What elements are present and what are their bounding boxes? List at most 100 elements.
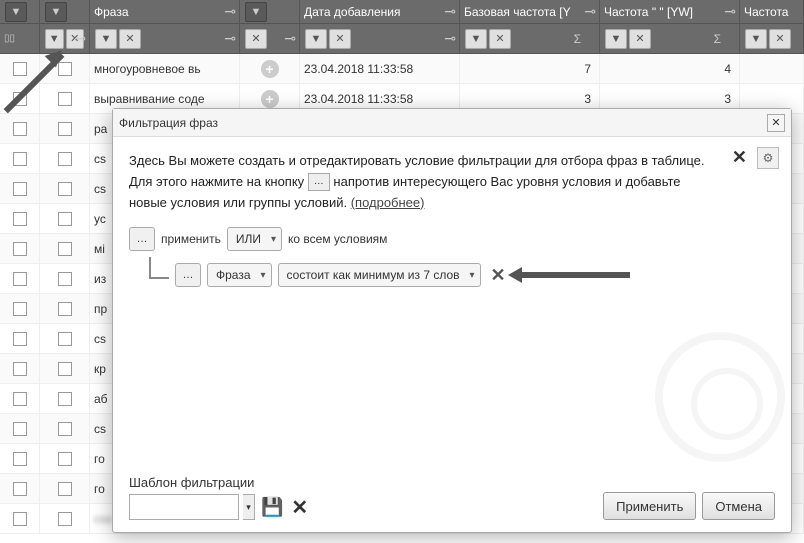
checkbox[interactable]: [13, 182, 27, 196]
checkbox[interactable]: [13, 272, 27, 286]
header-freq1[interactable]: Базовая частота [Y: [460, 0, 600, 23]
checkbox[interactable]: [13, 212, 27, 226]
filter-btn-icon[interactable]: ▼: [305, 29, 327, 49]
apply-button[interactable]: Применить: [603, 492, 696, 520]
checkbox[interactable]: [58, 92, 72, 106]
dialog-body: ✕ ⚙ Здесь Вы можете создать и отредактир…: [113, 137, 791, 532]
checkbox[interactable]: [13, 362, 27, 376]
filter-btn-icon[interactable]: ▼: [605, 29, 627, 49]
filter-btn-icon[interactable]: ▼: [95, 29, 117, 49]
checkbox[interactable]: [58, 122, 72, 136]
checkbox[interactable]: [13, 62, 27, 76]
checkbox[interactable]: [58, 512, 72, 526]
header-tools: ▼: [40, 0, 90, 23]
filter-freq1: ▼ ✕: [460, 24, 600, 53]
checkbox[interactable]: [13, 512, 27, 526]
filter-dialog: Фильтрация фраз ✕ ✕ ⚙ Здесь Вы можете со…: [112, 108, 792, 533]
checkbox[interactable]: [58, 62, 72, 76]
filter-tools: ▼ ✕: [40, 24, 90, 53]
add-condition-button[interactable]: …: [129, 227, 155, 251]
filter-btn-icon[interactable]: ✕: [245, 29, 267, 49]
clear-filter-icon[interactable]: ✕: [629, 29, 651, 49]
logic-operator-select[interactable]: ИЛИ: [227, 227, 282, 251]
checkbox[interactable]: [13, 332, 27, 346]
checkbox[interactable]: [58, 302, 72, 316]
checkbox[interactable]: [58, 392, 72, 406]
checkbox[interactable]: [13, 122, 27, 136]
plus-icon[interactable]: +: [261, 60, 279, 78]
checkbox[interactable]: [58, 422, 72, 436]
checkbox[interactable]: [58, 152, 72, 166]
close-icon[interactable]: ✕: [732, 147, 747, 168]
checkbox[interactable]: [58, 182, 72, 196]
row-checkbox-cell: [40, 84, 90, 113]
row-checkbox-cell: [0, 294, 40, 323]
checkbox[interactable]: [58, 362, 72, 376]
filter-phrase: ▼ ✕: [90, 24, 240, 53]
cancel-button[interactable]: Отмена: [702, 492, 775, 520]
header-phrase[interactable]: Фраза: [90, 0, 240, 23]
template-select[interactable]: [129, 494, 239, 520]
row-checkbox-cell: [40, 174, 90, 203]
header-freq2[interactable]: Частота " " [YW]: [600, 0, 740, 23]
checkbox[interactable]: [13, 392, 27, 406]
checkbox[interactable]: [13, 152, 27, 166]
checkbox[interactable]: [58, 482, 72, 496]
checkbox[interactable]: [58, 332, 72, 346]
row-checkbox-cell: [40, 384, 90, 413]
header-freq3[interactable]: Частота: [740, 0, 804, 23]
annotation-arrow-right: [520, 272, 630, 278]
row-checkbox-cell: [0, 84, 40, 113]
row-checkbox-cell: [0, 144, 40, 173]
dialog-close-icon[interactable]: ✕: [767, 114, 785, 132]
row-checkbox-cell: [0, 324, 40, 353]
plus-icon[interactable]: +: [261, 90, 279, 108]
checkbox[interactable]: [58, 272, 72, 286]
checkbox[interactable]: [58, 452, 72, 466]
checkbox[interactable]: [13, 92, 27, 106]
checkbox[interactable]: [13, 452, 27, 466]
filter-sel: ▯▯: [0, 24, 40, 53]
checkbox[interactable]: [13, 302, 27, 316]
gear-icon[interactable]: ⚙: [757, 147, 779, 169]
row-checkbox-cell: [40, 54, 90, 83]
checkbox[interactable]: [13, 242, 27, 256]
clear-filter-icon[interactable]: ✕: [329, 29, 351, 49]
clear-filter-icon[interactable]: ✕: [66, 29, 85, 49]
save-template-icon[interactable]: 💾: [261, 497, 283, 518]
root-condition-row: … применить ИЛИ ко всем условиям: [129, 227, 775, 251]
filter-icon[interactable]: ▼: [245, 2, 267, 22]
row-checkbox-cell: [0, 174, 40, 203]
table-row[interactable]: многоуровневое вь+23.04.2018 11:33:5874: [0, 54, 804, 84]
cell-add: +: [240, 54, 300, 83]
filter-icon[interactable]: ▼: [45, 2, 67, 22]
clear-filter-icon[interactable]: ✕: [489, 29, 511, 49]
row-checkbox-cell: [40, 444, 90, 473]
filter-btn-icon[interactable]: ▼: [45, 29, 64, 49]
clear-filter-icon[interactable]: ✕: [119, 29, 141, 49]
checkbox[interactable]: [58, 242, 72, 256]
checkbox[interactable]: [13, 422, 27, 436]
checkbox[interactable]: [13, 482, 27, 496]
template-label: Шаблон фильтрации: [129, 475, 775, 490]
add-subcondition-button[interactable]: …: [175, 263, 201, 287]
filter-icon[interactable]: ▼: [5, 2, 27, 22]
row-checkbox-cell: [40, 204, 90, 233]
field-select[interactable]: Фраза: [207, 263, 272, 287]
row-checkbox-cell: [0, 504, 40, 533]
more-link[interactable]: (подробнее): [351, 195, 425, 210]
sigma-icon: [574, 32, 595, 46]
clear-filter-icon[interactable]: ✕: [769, 29, 791, 49]
header-date[interactable]: Дата добавления: [300, 0, 460, 23]
ellipsis-icon: …: [308, 173, 330, 191]
cell-date: 23.04.2018 11:33:58: [300, 54, 460, 83]
checkbox[interactable]: [58, 212, 72, 226]
template-dropdown-icon[interactable]: ▾: [243, 494, 255, 520]
operator-select[interactable]: состоит как минимум из 7 слов: [278, 263, 481, 287]
filter-btn-icon[interactable]: ▼: [745, 29, 767, 49]
row-checkbox-cell: [40, 114, 90, 143]
filter-btn-icon[interactable]: ▼: [465, 29, 487, 49]
delete-condition-icon[interactable]: ✕: [491, 265, 506, 286]
delete-template-icon[interactable]: ✕: [291, 495, 308, 520]
header-row: ▼ ▼ Фраза ▼ Дата добавления Базовая част…: [0, 0, 804, 24]
